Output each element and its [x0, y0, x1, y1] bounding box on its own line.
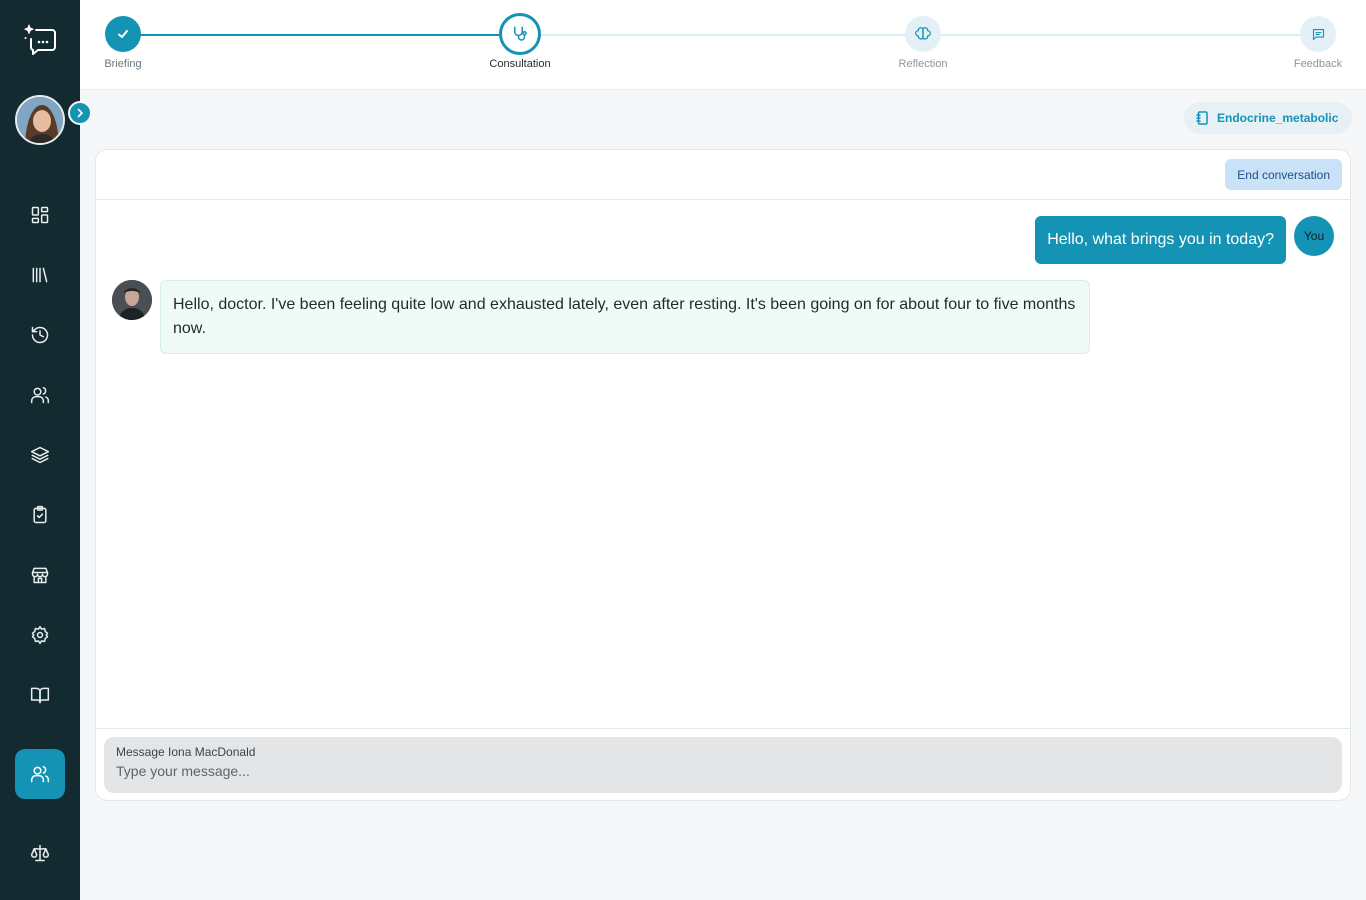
nav-store[interactable] — [15, 550, 65, 600]
users-icon — [30, 765, 50, 783]
patient-avatar — [112, 280, 152, 320]
case-category-label: Endocrine_metabolic — [1217, 111, 1339, 125]
step-label: Briefing — [104, 58, 142, 70]
step-feedback-circle — [1300, 16, 1336, 52]
step-briefing[interactable]: Briefing — [73, 0, 173, 70]
clipboard-check-icon — [33, 505, 47, 524]
composer-label: Message Iona MacDonald — [116, 745, 256, 759]
app-logo-icon[interactable] — [22, 22, 58, 58]
message-square-icon — [1312, 28, 1324, 40]
chat-header: End conversation — [96, 150, 1350, 200]
nav-tasks[interactable] — [15, 490, 65, 540]
nav-settings[interactable] — [15, 610, 65, 660]
patient-message-bubble: Hello, doctor. I've been feeling quite l… — [160, 280, 1090, 354]
step-label: Consultation — [489, 58, 551, 70]
scale-icon — [30, 844, 50, 862]
step-label: Feedback — [1293, 58, 1343, 70]
nav-users[interactable] — [15, 370, 65, 420]
store-icon — [31, 567, 49, 584]
step-consultation[interactable]: Consultation — [470, 0, 570, 70]
step-briefing-circle — [105, 16, 141, 52]
user-avatar-image — [17, 97, 63, 143]
nav-layers[interactable] — [15, 430, 65, 480]
patient-avatar-image — [112, 280, 152, 320]
nav-guide[interactable] — [15, 670, 65, 720]
sidebar — [0, 0, 92, 900]
end-conversation-button[interactable]: End conversation — [1225, 159, 1342, 190]
layers-icon — [30, 446, 50, 464]
sidebar-expand-button[interactable] — [68, 101, 92, 125]
dashboard-icon — [31, 206, 49, 224]
check-icon — [118, 30, 128, 38]
composer-area: Message Iona MacDonald — [96, 728, 1350, 800]
message-input[interactable] — [116, 763, 1330, 779]
case-category-tag[interactable]: Endocrine_metabolic — [1184, 102, 1353, 134]
step-label: Reflection — [898, 58, 948, 70]
message-composer[interactable]: Message Iona MacDonald — [104, 737, 1342, 793]
progress-stepper: Briefing Consultation Reflection Feedbac… — [80, 0, 1366, 90]
users-icon — [30, 386, 50, 404]
nav-dashboard[interactable] — [15, 190, 65, 240]
history-icon — [31, 326, 49, 344]
step-feedback[interactable]: Feedback — [1268, 0, 1366, 70]
settings-icon — [31, 625, 49, 645]
nav-library[interactable] — [15, 250, 65, 300]
nav-legal[interactable] — [15, 828, 65, 878]
step-reflection-circle — [905, 16, 941, 52]
book-open-icon — [30, 687, 50, 704]
user-message-bubble: Hello, what brings you in today? — [1035, 216, 1286, 264]
stepper-progress-line — [123, 34, 520, 36]
step-consultation-circle — [499, 13, 541, 55]
user-chat-avatar: You — [1294, 216, 1334, 256]
chevron-right-icon — [77, 108, 83, 118]
stethoscope-icon — [514, 26, 527, 41]
user-avatar[interactable] — [15, 95, 65, 145]
library-icon — [32, 267, 48, 283]
nav-patients[interactable] — [15, 749, 65, 799]
chat-panel: End conversation Hello, what brings you … — [95, 149, 1351, 801]
step-reflection[interactable]: Reflection — [873, 0, 973, 70]
nav-history[interactable] — [15, 310, 65, 360]
notebook-icon — [1196, 111, 1208, 125]
brain-icon — [915, 27, 931, 40]
